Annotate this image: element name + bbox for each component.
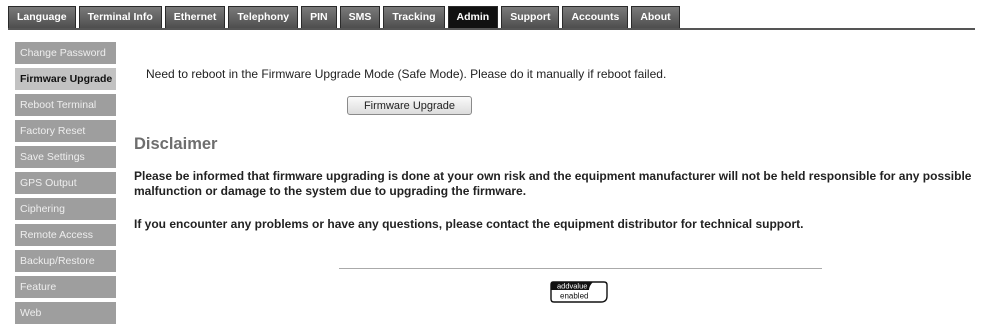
sidebar-item-ciphering[interactable]: Ciphering (15, 198, 116, 220)
sidebar-item-feature[interactable]: Feature (15, 276, 116, 298)
tab-underline-divider (8, 28, 975, 30)
tab-support[interactable]: Support (501, 6, 560, 28)
sidebar-item-change-password[interactable]: Change Password (15, 42, 116, 64)
tab-telephony[interactable]: Telephony (228, 6, 299, 28)
sidebar-item-save-settings[interactable]: Save Settings (15, 146, 116, 168)
sidebar-item-firmware-upgrade[interactable]: Firmware Upgrade (15, 68, 116, 90)
tab-pin[interactable]: PIN (301, 6, 337, 28)
tab-language[interactable]: Language (8, 6, 76, 28)
sidebar-item-reboot-terminal[interactable]: Reboot Terminal (15, 94, 116, 116)
tab-about[interactable]: About (631, 6, 680, 28)
firmware-upgrade-button[interactable]: Firmware Upgrade (347, 96, 472, 115)
sidebar-item-backup-restore[interactable]: Backup/Restore (15, 250, 116, 272)
disclaimer-risk-paragraph: Please be informed that firmware upgradi… (134, 169, 972, 198)
tab-ethernet[interactable]: Ethernet (164, 6, 226, 28)
logo-text-enabled: enabled (560, 292, 588, 301)
footer-divider (339, 268, 822, 269)
reboot-instruction-text: Need to reboot in the Firmware Upgrade M… (146, 67, 667, 81)
sidebar-item-gps-output[interactable]: GPS Output (15, 172, 116, 194)
tab-tracking[interactable]: Tracking (383, 6, 445, 28)
tab-terminal-info[interactable]: Terminal Info (78, 6, 162, 28)
tab-bar: Language Terminal Info Ethernet Telephon… (8, 6, 683, 28)
sidebar: Change Password Firmware Upgrade Reboot … (15, 42, 116, 328)
tab-admin[interactable]: Admin (447, 6, 499, 28)
sidebar-item-remote-access[interactable]: Remote Access (15, 224, 116, 246)
sidebar-item-factory-reset[interactable]: Factory Reset (15, 120, 116, 142)
disclaimer-support-paragraph: If you encounter any problems or have an… (134, 217, 804, 231)
tab-accounts[interactable]: Accounts (562, 6, 629, 28)
addvalue-enabled-logo: addvalue enabled (549, 279, 609, 305)
tab-sms[interactable]: SMS (339, 6, 381, 28)
sidebar-item-web[interactable]: Web (15, 302, 116, 324)
logo-text-addvalue: addvalue (557, 282, 587, 291)
disclaimer-heading: Disclaimer (134, 135, 218, 153)
top-navigation: Language Terminal Info Ethernet Telephon… (0, 0, 991, 34)
